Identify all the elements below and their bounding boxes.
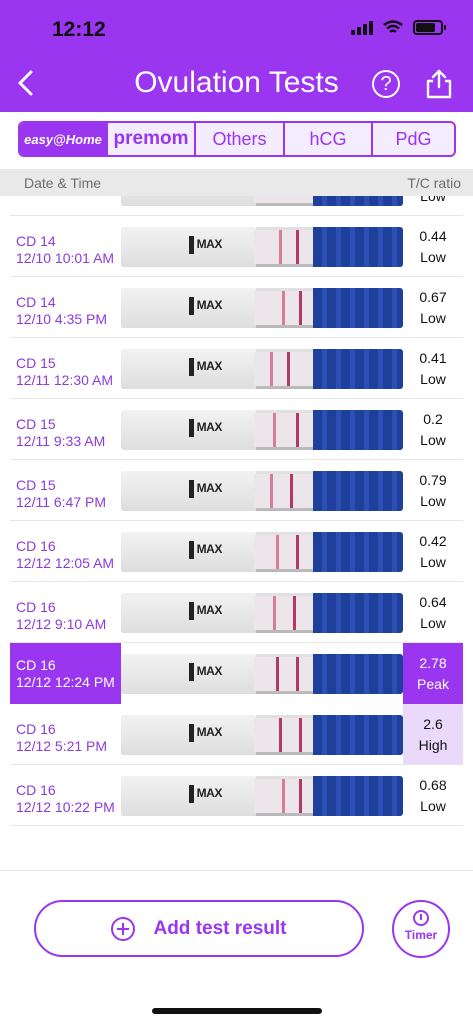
date-cell: CD 14 12/10 4:35 PM <box>16 294 108 327</box>
column-header-ratio: T/C ratio <box>407 175 461 191</box>
test-strip-image: MAX <box>121 349 403 389</box>
date-cell: CD 15 12/11 9:33 AM <box>16 416 106 449</box>
ratio-cell-peak: 2.78 Peak <box>403 643 463 704</box>
tab-pdg[interactable]: PdG <box>373 123 454 155</box>
ratio-cell: 0.68 Low <box>419 777 447 814</box>
table-header: Date & Time T/C ratio <box>0 169 473 196</box>
ratio-cell: 0.2 Low <box>420 411 446 448</box>
signal-icon <box>351 20 373 35</box>
table-row[interactable]: Low <box>0 196 473 216</box>
page-title: Ovulation Tests <box>134 66 339 99</box>
plus-circle-icon <box>111 916 136 941</box>
tab-hcg[interactable]: hCG <box>285 123 373 155</box>
tab-easyhome[interactable]: easy@Home <box>20 123 108 155</box>
date-cell: CD 14 12/10 10:01 AM <box>16 233 115 266</box>
tab-premom[interactable]: premom <box>108 123 196 155</box>
test-result-list[interactable]: Low CD 14 12/10 10:01 AM MAX 0.44 Low CD 1… <box>0 196 473 826</box>
ratio-cell: 0.41 Low <box>419 350 447 387</box>
column-header-date: Date & Time <box>24 175 102 191</box>
share-icon[interactable] <box>424 68 454 100</box>
ratio-cell: 0.79 Low <box>419 472 447 509</box>
test-strip-image: MAX <box>121 776 403 816</box>
table-row[interactable]: CD 16 12/12 10:22 PM MAX 0.68 Low <box>0 765 473 826</box>
clock-icon <box>413 910 429 926</box>
date-cell: CD 16 12/12 5:21 PM <box>16 721 108 754</box>
wifi-icon <box>383 20 403 33</box>
test-strip-image: MAX <box>121 288 403 328</box>
battery-icon <box>413 20 446 35</box>
ratio-cell: 0.42 Low <box>419 533 447 570</box>
help-icon[interactable]: ? <box>372 70 400 98</box>
table-row[interactable]: CD 16 12/12 12:05 AM MAX 0.42 Low <box>0 521 473 582</box>
date-cell: CD 16 12/12 9:10 AM <box>16 599 107 632</box>
table-row[interactable]: CD 16 12/12 9:10 AM MAX 0.64 Low <box>0 582 473 643</box>
app-header: 12:12 Ovulation Tests ? <box>0 0 473 112</box>
status-time: 12:12 <box>52 18 106 41</box>
tab-others[interactable]: Others <box>196 123 285 155</box>
test-strip-image: MAX <box>121 471 403 511</box>
test-strip-image: MAX <box>121 715 403 755</box>
test-strip-image: MAX <box>121 227 403 267</box>
ratio-cell: Low <box>420 196 446 204</box>
table-row[interactable]: CD 16 12/12 5:21 PM MAX 2.6 High <box>0 704 473 765</box>
test-strip-image <box>121 196 403 206</box>
status-icons <box>351 20 446 35</box>
date-cell: CD 16 12/12 12:24 PM <box>10 643 121 704</box>
ratio-cell-high: 2.6 High <box>403 704 463 765</box>
table-row[interactable]: CD 15 12/11 9:33 AM MAX 0.2 Low <box>0 399 473 460</box>
table-row[interactable]: CD 15 12/11 12:30 AM MAX 0.41 Low <box>0 338 473 399</box>
timer-button[interactable]: Timer <box>392 900 450 958</box>
date-cell: CD 16 12/12 10:22 PM <box>16 782 115 815</box>
date-cell: CD 15 12/11 12:30 AM <box>16 355 114 388</box>
brand-selector: easy@Home premom Others hCG PdG <box>18 121 456 157</box>
test-strip-image: MAX <box>121 532 403 572</box>
test-strip-image: MAX <box>121 593 403 633</box>
test-strip-image: MAX <box>121 410 403 450</box>
ratio-cell: 0.67 Low <box>419 289 447 326</box>
date-cell: CD 16 12/12 12:05 AM <box>16 538 115 571</box>
table-row[interactable]: CD 15 12/11 6:47 PM MAX 0.79 Low <box>0 460 473 521</box>
table-row[interactable]: CD 14 12/10 4:35 PM MAX 0.67 Low <box>0 277 473 338</box>
test-strip-image: MAX <box>121 654 403 694</box>
timer-label: Timer <box>404 928 438 942</box>
add-test-result-label: Add test result <box>153 917 287 939</box>
ratio-cell: 0.44 Low <box>419 228 447 265</box>
table-row[interactable]: CD 14 12/10 10:01 AM MAX 0.44 Low <box>0 216 473 277</box>
table-row-selected[interactable]: CD 16 12/12 12:24 PM MAX 2.78 Peak <box>0 643 473 704</box>
home-indicator[interactable] <box>152 1008 322 1014</box>
ratio-cell: 0.64 Low <box>419 594 447 631</box>
add-test-result-button[interactable]: Add test result <box>34 900 364 957</box>
date-cell: CD 15 12/11 6:47 PM <box>16 477 107 510</box>
bottom-divider <box>0 870 473 871</box>
